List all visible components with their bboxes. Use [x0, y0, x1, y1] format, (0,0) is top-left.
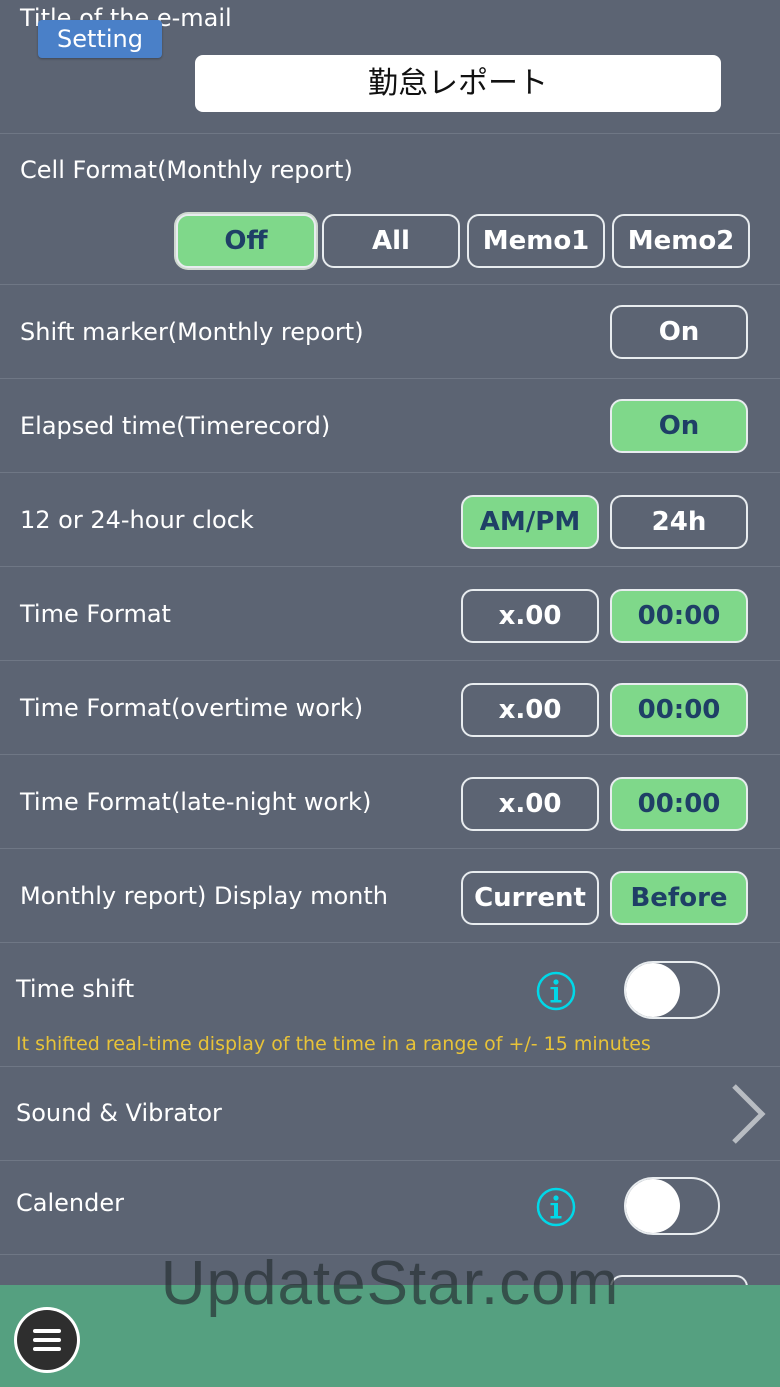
sound-vibrator-row[interactable]: Sound & Vibrator — [0, 1067, 780, 1161]
time-format-late-night-clock-button[interactable]: 00:00 — [610, 777, 748, 831]
menu-button[interactable] — [14, 1307, 80, 1373]
cell-format-row: Cell Format(Monthly report) Off All Memo… — [0, 134, 780, 285]
display-month-before-button[interactable]: Before — [610, 871, 748, 925]
time-format-decimal-button[interactable]: x.00 — [461, 589, 599, 643]
toggle-knob — [626, 1179, 680, 1233]
clock-row: 12 or 24-hour clock AM/PM 24h — [0, 473, 780, 567]
cell-format-off-button[interactable]: Off — [176, 214, 316, 268]
calender-toggle[interactable] — [624, 1177, 720, 1235]
cell-format-label: Cell Format(Monthly report) — [20, 156, 353, 184]
sound-vibrator-label: Sound & Vibrator — [16, 1099, 222, 1127]
hamburger-menu-icon — [33, 1329, 61, 1351]
elapsed-time-label: Elapsed time(Timerecord) — [20, 412, 331, 440]
time-shift-label: Time shift — [16, 975, 135, 1003]
time-format-late-night-label: Time Format(late-night work) — [20, 788, 372, 816]
email-title-row: Title of the e-mail Setting 勤怠レポート — [0, 0, 780, 134]
cell-format-memo1-button[interactable]: Memo1 — [467, 214, 605, 268]
time-shift-toggle[interactable] — [624, 961, 720, 1019]
time-format-clock-button[interactable]: 00:00 — [610, 589, 748, 643]
display-month-label: Monthly report) Display month — [20, 882, 389, 910]
time-shift-description: It shifted real-time display of the time… — [16, 1033, 651, 1055]
clock-24h-button[interactable]: 24h — [610, 495, 748, 549]
time-format-overtime-decimal-button[interactable]: x.00 — [461, 683, 599, 737]
time-format-overtime-clock-button[interactable]: 00:00 — [610, 683, 748, 737]
calender-row: Calender — [0, 1161, 780, 1255]
time-format-overtime-label: Time Format(overtime work) — [20, 694, 364, 722]
time-format-row: Time Format x.00 00:00 — [0, 567, 780, 661]
shift-marker-on-button[interactable]: On — [610, 305, 748, 359]
calender-label: Calender — [16, 1189, 124, 1217]
info-icon[interactable] — [536, 971, 576, 1011]
clock-ampm-button[interactable]: AM/PM — [461, 495, 599, 549]
shift-marker-label: Shift marker(Monthly report) — [20, 318, 364, 346]
cell-format-all-button[interactable]: All — [322, 214, 460, 268]
email-title-input[interactable]: 勤怠レポート — [195, 55, 721, 112]
display-month-current-button[interactable]: Current — [461, 871, 599, 925]
menu-button-inner — [17, 1310, 77, 1370]
elapsed-time-row: Elapsed time(Timerecord) On — [0, 379, 780, 473]
setting-badge[interactable]: Setting — [38, 20, 162, 58]
bottom-bar — [0, 1285, 780, 1387]
time-format-late-night-decimal-button[interactable]: x.00 — [461, 777, 599, 831]
chevron-right-icon[interactable] — [728, 1082, 768, 1146]
toggle-knob — [626, 963, 680, 1017]
info-icon[interactable] — [536, 1187, 576, 1227]
elapsed-time-on-button[interactable]: On — [610, 399, 748, 453]
time-format-label: Time Format — [20, 600, 171, 628]
shift-marker-row: Shift marker(Monthly report) On — [0, 285, 780, 379]
clock-label: 12 or 24-hour clock — [20, 506, 254, 534]
display-month-row: Monthly report) Display month Current Be… — [0, 849, 780, 943]
cell-format-memo2-button[interactable]: Memo2 — [612, 214, 750, 268]
time-format-overtime-row: Time Format(overtime work) x.00 00:00 — [0, 661, 780, 755]
time-shift-row: Time shift It shifted real-time display … — [0, 943, 780, 1067]
time-format-late-night-row: Time Format(late-night work) x.00 00:00 — [0, 755, 780, 849]
